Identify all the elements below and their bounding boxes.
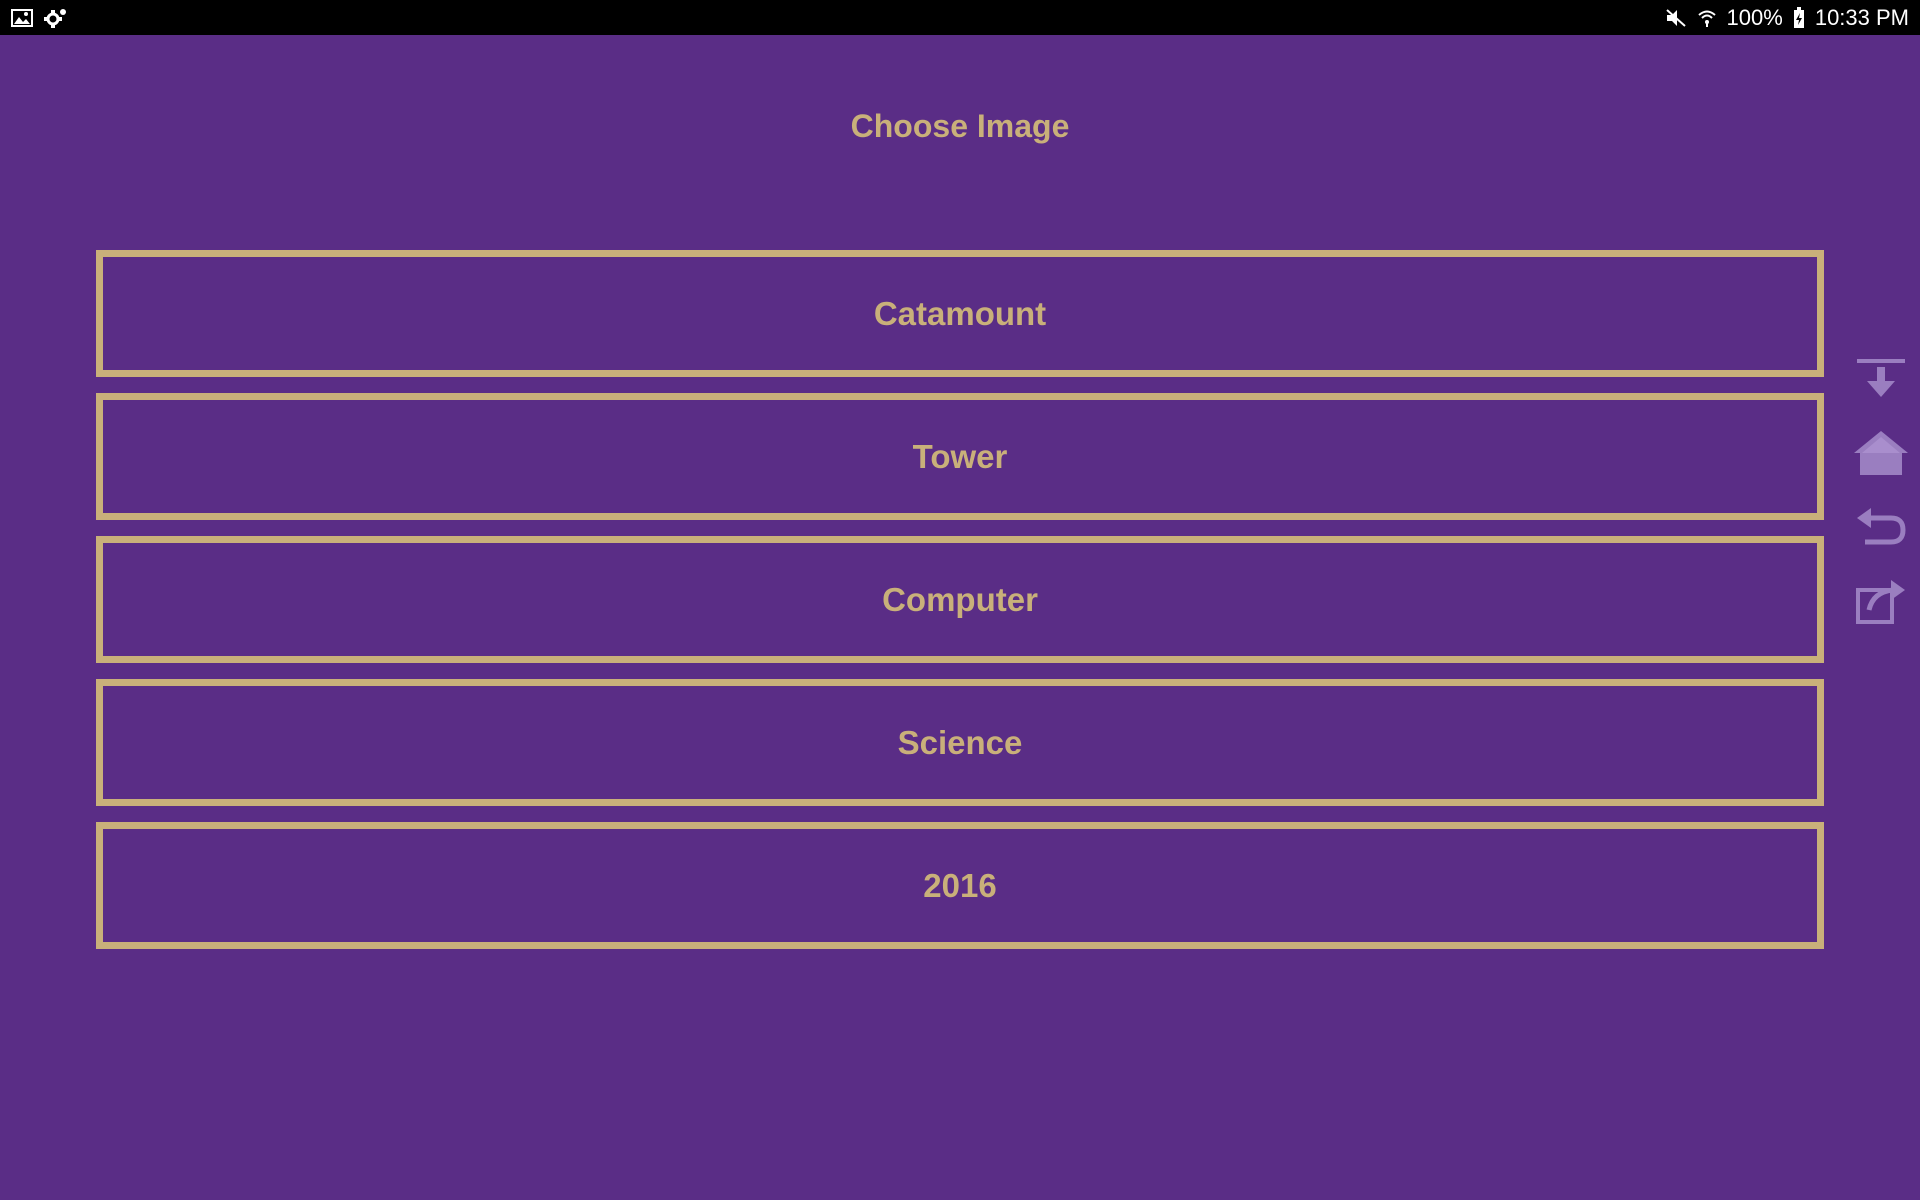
- settings-gear-icon: [43, 8, 67, 28]
- scroll-to-bottom-button[interactable]: [1852, 355, 1910, 407]
- battery-charging-icon: [1793, 6, 1805, 29]
- wifi-icon: [1697, 8, 1717, 28]
- option-science-button[interactable]: Science: [96, 679, 1824, 806]
- option-computer-button[interactable]: Computer: [96, 536, 1824, 663]
- page-title: Choose Image: [850, 108, 1070, 144]
- home-button[interactable]: [1852, 429, 1910, 481]
- share-button[interactable]: [1852, 577, 1910, 629]
- option-tower-button[interactable]: Tower: [96, 393, 1824, 520]
- status-bar-left: [11, 8, 67, 28]
- clock: 10:33 PM: [1814, 4, 1909, 30]
- status-bar-right: 100% 10:33 PM: [1665, 5, 1909, 31]
- side-toolbar: [1850, 355, 1912, 629]
- status-bar: 100% 10:33 PM: [0, 0, 1920, 35]
- option-catamount-button[interactable]: Catamount: [96, 250, 1824, 377]
- image-option-list: Catamount Tower Computer Science 2016: [96, 250, 1824, 965]
- undo-icon: [1855, 504, 1907, 555]
- share-icon: [1855, 578, 1907, 629]
- home-icon: [1852, 429, 1910, 482]
- battery-percent: 100%: [1726, 4, 1783, 30]
- mute-icon: [1665, 8, 1687, 28]
- download-to-bottom-icon: [1855, 357, 1907, 406]
- option-2016-button[interactable]: 2016: [96, 822, 1824, 949]
- undo-button[interactable]: [1852, 503, 1910, 555]
- image-icon: [11, 8, 33, 27]
